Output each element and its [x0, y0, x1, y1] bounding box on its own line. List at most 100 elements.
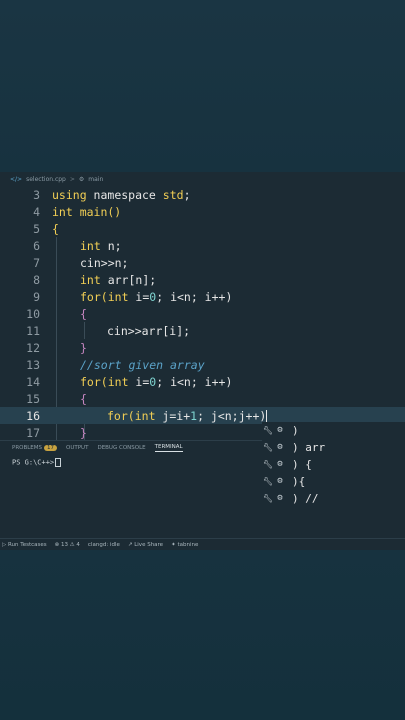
- code-area[interactable]: 3 using namespace std; 4 int main() 5 { …: [0, 186, 405, 440]
- line-number: 11: [26, 323, 40, 338]
- code-line: 5 {: [0, 220, 405, 237]
- wrench-icon: 🔧︎: [262, 476, 274, 486]
- keyword: for: [80, 374, 101, 389]
- terminal-input[interactable]: PS G:\C++>: [12, 458, 62, 467]
- code-text: }: [80, 340, 87, 355]
- keyword: using: [52, 187, 87, 202]
- suggestion-item[interactable]: 🔧︎ ⚙ ) //: [262, 490, 319, 506]
- gear-icon: ⚙: [277, 442, 283, 452]
- background-top: [0, 0, 405, 172]
- code-line: 11 cin>>arr[i];: [0, 322, 405, 339]
- line-number: 7: [33, 255, 40, 270]
- wrench-icon: 🔧︎: [262, 425, 274, 435]
- keyword: for: [107, 408, 128, 423]
- suggestion-text: ) //: [292, 491, 319, 505]
- suggestion-item[interactable]: 🔧︎ ⚙ ) {: [262, 456, 312, 472]
- keyword: int: [80, 238, 101, 253]
- wrench-icon: 🔧︎: [262, 493, 274, 503]
- tab-debug-console[interactable]: DEBUG CONSOLE: [97, 445, 145, 451]
- line-number: 16: [26, 408, 40, 423]
- line-number: 6: [33, 238, 40, 253]
- problems-badge: 17: [44, 444, 58, 451]
- keyword: int: [80, 272, 101, 287]
- line-number: 14: [26, 374, 40, 389]
- keyword: int: [107, 374, 129, 389]
- breadcrumb-symbol[interactable]: main: [88, 176, 103, 183]
- run-testcases-button[interactable]: ▷ Run Testcases: [2, 542, 47, 548]
- code-text: namespace: [86, 187, 163, 202]
- suggestion-item[interactable]: 🔧︎ ⚙): [262, 422, 299, 438]
- code-text: n;: [100, 238, 122, 253]
- keyword: int: [107, 289, 129, 304]
- file-icon: </>: [10, 175, 23, 183]
- line-number: 13: [26, 357, 40, 372]
- background-bottom: [0, 550, 405, 720]
- terminal-prompt: PS G:\C++>: [12, 458, 55, 467]
- code-text: ;: [183, 187, 191, 202]
- code-line: 14 for(int i=0; i<n; i++): [0, 373, 405, 390]
- breadcrumb-separator: >: [69, 175, 75, 183]
- tab-problems[interactable]: PROBLEMS 17: [12, 444, 58, 451]
- gear-icon: ⚙: [277, 476, 283, 486]
- tab-terminal[interactable]: TERMINAL: [154, 444, 183, 452]
- tabnine-status[interactable]: ✦ tabnine: [171, 542, 198, 548]
- status-label: Run Testcases: [7, 541, 47, 548]
- code-text: (: [100, 374, 108, 389]
- code-text: j=i+: [155, 408, 191, 423]
- code-text: }: [80, 425, 87, 440]
- live-share-button[interactable]: ↗ Live Share: [128, 542, 163, 548]
- problems-status[interactable]: ⊗ 13 ⚠ 4: [55, 542, 80, 548]
- function-icon: ⚙: [78, 175, 85, 183]
- code-text: {: [80, 306, 87, 321]
- comment: //sort given array: [80, 357, 205, 372]
- code-line: 4 int main(): [0, 203, 405, 220]
- breadcrumb-file[interactable]: selection.cpp: [26, 176, 66, 183]
- code-line: 7 cin>>n;: [0, 254, 405, 271]
- line-number: 12: [26, 340, 40, 355]
- code-text: ; i<n; i++): [156, 289, 233, 304]
- code-line: 13 //sort given array: [0, 356, 405, 373]
- suggestion-text: ) arr: [292, 440, 326, 454]
- code-line: 9 for(int i=0; i<n; i++): [0, 288, 405, 305]
- clangd-status[interactable]: clangd: idle: [88, 542, 120, 548]
- tab-output[interactable]: OUTPUT: [66, 445, 88, 451]
- keyword: int: [134, 408, 156, 423]
- suggestion-text: ): [292, 423, 299, 437]
- wrench-icon: 🔧︎: [262, 442, 274, 452]
- line-number: 15: [26, 391, 40, 406]
- line-number: 5: [33, 221, 40, 236]
- code-line: 12 }: [0, 339, 405, 356]
- status-bar: ▷ Run Testcases ⊗ 13 ⚠ 4 clangd: idle ↗ …: [0, 538, 405, 550]
- code-text: cin>>arr[i];: [107, 323, 191, 338]
- line-number: 10: [26, 306, 40, 321]
- code-text: ; i<n; i++): [156, 374, 233, 389]
- code-line: 8 int arr[n];: [0, 271, 405, 288]
- gear-icon: ⚙: [277, 425, 283, 435]
- code-line: 3 using namespace std;: [0, 186, 405, 203]
- gear-icon: ⚙: [277, 493, 283, 503]
- code-line: 15 {: [0, 390, 405, 407]
- breadcrumb: </> selection.cpp > ⚙ main: [0, 172, 405, 186]
- status-label: tabnine: [177, 541, 199, 548]
- code-text: int main(): [52, 204, 122, 219]
- terminal-cursor: [55, 458, 62, 467]
- code-text: i=: [128, 289, 150, 304]
- gear-icon: ⚙: [277, 459, 283, 469]
- code-text: (: [100, 289, 108, 304]
- line-number: 8: [33, 272, 40, 287]
- line-number: 17: [26, 425, 40, 440]
- keyword: std: [162, 187, 184, 202]
- status-label: Live Share: [134, 541, 164, 548]
- line-number: 3: [33, 187, 40, 202]
- suggestion-item[interactable]: 🔧︎ ⚙ ) arr: [262, 439, 325, 455]
- suggestion-list[interactable]: 🔧︎ ⚙) 🔧︎ ⚙) arr 🔧︎ ⚙) { 🔧︎ ⚙){ 🔧︎ ⚙) //: [262, 422, 405, 510]
- code-text: i=: [128, 374, 150, 389]
- suggestion-item[interactable]: 🔧︎ ⚙){: [262, 473, 305, 489]
- wrench-icon: 🔧︎: [262, 459, 274, 469]
- suggestion-text: ) {: [292, 457, 312, 471]
- code-text: ; j<n;j++): [197, 408, 267, 423]
- code-line: 10 {: [0, 305, 405, 322]
- tab-label: PROBLEMS: [12, 444, 43, 451]
- code-text: {: [80, 391, 87, 406]
- code-editor[interactable]: </> selection.cpp > ⚙ main 3 using names…: [0, 172, 405, 550]
